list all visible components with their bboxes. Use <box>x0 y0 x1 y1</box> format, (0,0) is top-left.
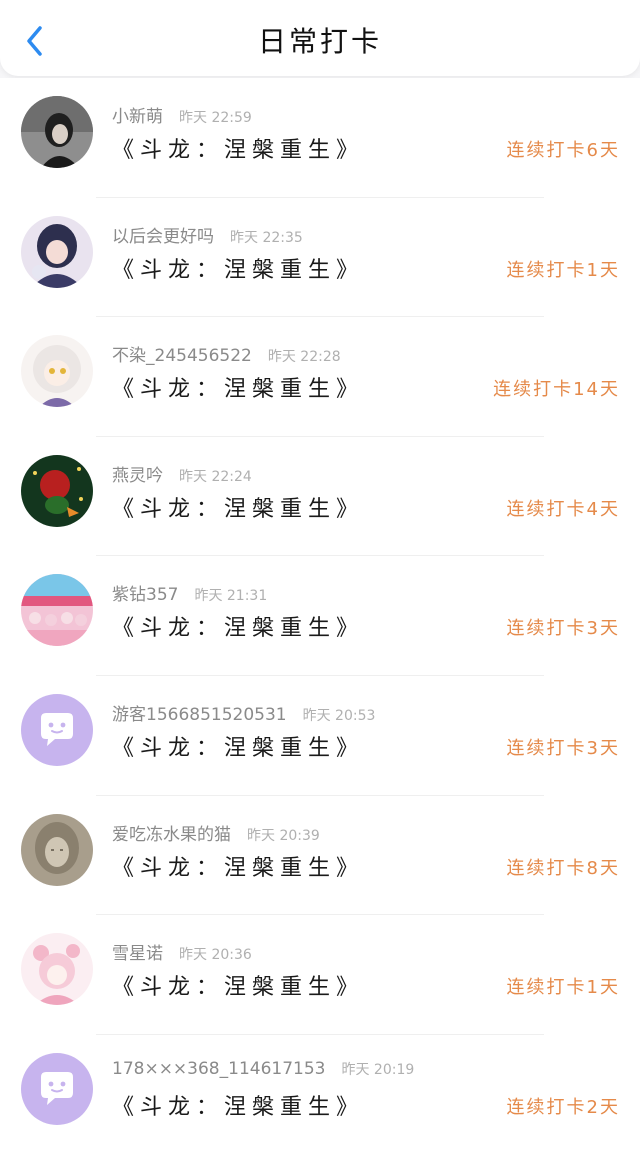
list-item[interactable]: 游客1566851520531 昨天 20:53 《斗龙：涅槃重生》 连续打卡3天 <box>0 675 640 796</box>
user-name-line: 燕灵吟 昨天 22:24 <box>112 461 252 486</box>
user-name-line: 小新萌 昨天 22:59 <box>112 102 252 127</box>
user-name: 游客1566851520531 <box>112 704 287 725</box>
checkin-time: 昨天 20:19 <box>341 1061 415 1078</box>
user-name-line: 紫钻357 昨天 21:31 <box>112 580 267 605</box>
checkin-time: 昨天 20:36 <box>179 947 252 964</box>
top-bar: 日常打卡 <box>0 0 640 76</box>
book-title: 《斗龙：涅槃重生》 <box>112 496 365 522</box>
book-title: 《斗龙：涅槃重生》 <box>112 735 365 761</box>
avatar[interactable] <box>21 933 93 1006</box>
page-title: 日常打卡 <box>257 25 382 58</box>
streak-label: 连续打卡3天 <box>506 737 620 759</box>
user-name: 紫钻357 <box>112 585 179 606</box>
checkin-time: 昨天 22:28 <box>267 349 341 366</box>
avatar[interactable] <box>21 215 93 288</box>
user-name: 以后会更好吗 <box>112 226 214 247</box>
checkin-time: 昨天 21:31 <box>194 588 268 605</box>
list-item[interactable]: 不染_245456522 昨天 22:28 《斗龙：涅槃重生》 连续打卡14天 <box>0 317 640 437</box>
avatar[interactable] <box>21 693 93 766</box>
book-title: 《斗龙：涅槃重生》 <box>112 975 365 1001</box>
list-item[interactable]: 爱吃冻水果的猫 昨天 20:39 《斗龙：涅槃重生》 连续打卡8天 <box>0 795 640 916</box>
book-title: 《斗龙：涅槃重生》 <box>112 257 365 283</box>
checkin-time: 昨天 22:59 <box>179 110 252 126</box>
list-item[interactable]: 以后会更好吗 昨天 22:35 《斗龙：涅槃重生》 连续打卡1天 <box>0 197 640 318</box>
streak-label: 连续打卡6天 <box>506 140 620 161</box>
checkin-time: 昨天 20:53 <box>302 707 376 724</box>
list-item[interactable]: 紫钻357 昨天 21:31 《斗龙：涅槃重生》 连续打卡3天 <box>0 556 640 676</box>
user-name: 爱吃冻水果的猫 <box>112 824 231 845</box>
avatar[interactable] <box>21 813 93 886</box>
avatar[interactable] <box>21 1052 93 1125</box>
list-item[interactable]: 小新萌 昨天 22:59 《斗龙：涅槃重生》 连续打卡6天 <box>0 78 640 198</box>
checkin-time: 昨天 22:24 <box>179 468 252 485</box>
list-item[interactable]: 雪星诺 昨天 20:36 《斗龙：涅槃重生》 连续打卡1天 <box>0 915 640 1035</box>
chat-bubble-icon <box>21 693 93 766</box>
streak-label: 连续打卡3天 <box>506 618 620 640</box>
avatar[interactable] <box>21 454 93 527</box>
streak-label: 连续打卡14天 <box>493 379 620 401</box>
user-name: 小新萌 <box>112 107 163 127</box>
streak-label: 连续打卡2天 <box>506 1096 620 1118</box>
list-item[interactable]: 燕灵吟 昨天 22:24 《斗龙：涅槃重生》 连续打卡4天 <box>0 436 640 557</box>
user-name-line: 游客1566851520531 昨天 20:53 <box>112 700 375 725</box>
book-title: 《斗龙：涅槃重生》 <box>112 1094 365 1120</box>
streak-label: 连续打卡1天 <box>506 977 620 999</box>
user-name: 燕灵吟 <box>112 465 163 486</box>
user-name-line: 爱吃冻水果的猫 昨天 20:39 <box>112 820 320 845</box>
streak-label: 连续打卡1天 <box>506 259 620 281</box>
streak-label: 连续打卡4天 <box>506 498 620 520</box>
avatar[interactable] <box>21 335 93 408</box>
user-name-line: 以后会更好吗 昨天 22:35 <box>112 222 303 247</box>
streak-label: 连续打卡8天 <box>506 857 620 879</box>
checkin-time: 昨天 22:35 <box>230 229 303 246</box>
book-title: 《斗龙：涅槃重生》 <box>112 855 365 881</box>
user-name: 178×××368_114617153 <box>112 1058 326 1079</box>
book-title: 《斗龙：涅槃重生》 <box>112 616 365 642</box>
user-name-line: 不染_245456522 昨天 22:28 <box>112 341 341 366</box>
list-item[interactable]: 178×××368_114617153 昨天 20:19 《斗龙：涅槃重生》 连续… <box>0 1034 640 1154</box>
chat-bubble-icon <box>21 1052 93 1125</box>
book-title: 《斗龙：涅槃重生》 <box>112 377 365 403</box>
checkin-list: 小新萌 昨天 22:59 《斗龙：涅槃重生》 连续打卡6天 以后会更好吗 昨天 22… <box>0 78 640 1154</box>
book-title: 《斗龙：涅槃重生》 <box>112 138 365 163</box>
user-name-line: 178×××368_114617153 昨天 20:19 <box>112 1059 414 1079</box>
avatar[interactable] <box>21 96 93 168</box>
checkin-time: 昨天 20:39 <box>247 827 320 844</box>
user-name-line: 雪星诺 昨天 20:36 <box>112 939 252 964</box>
user-name: 不染_245456522 <box>112 346 252 367</box>
user-name: 雪星诺 <box>112 944 163 965</box>
avatar[interactable] <box>21 574 93 647</box>
